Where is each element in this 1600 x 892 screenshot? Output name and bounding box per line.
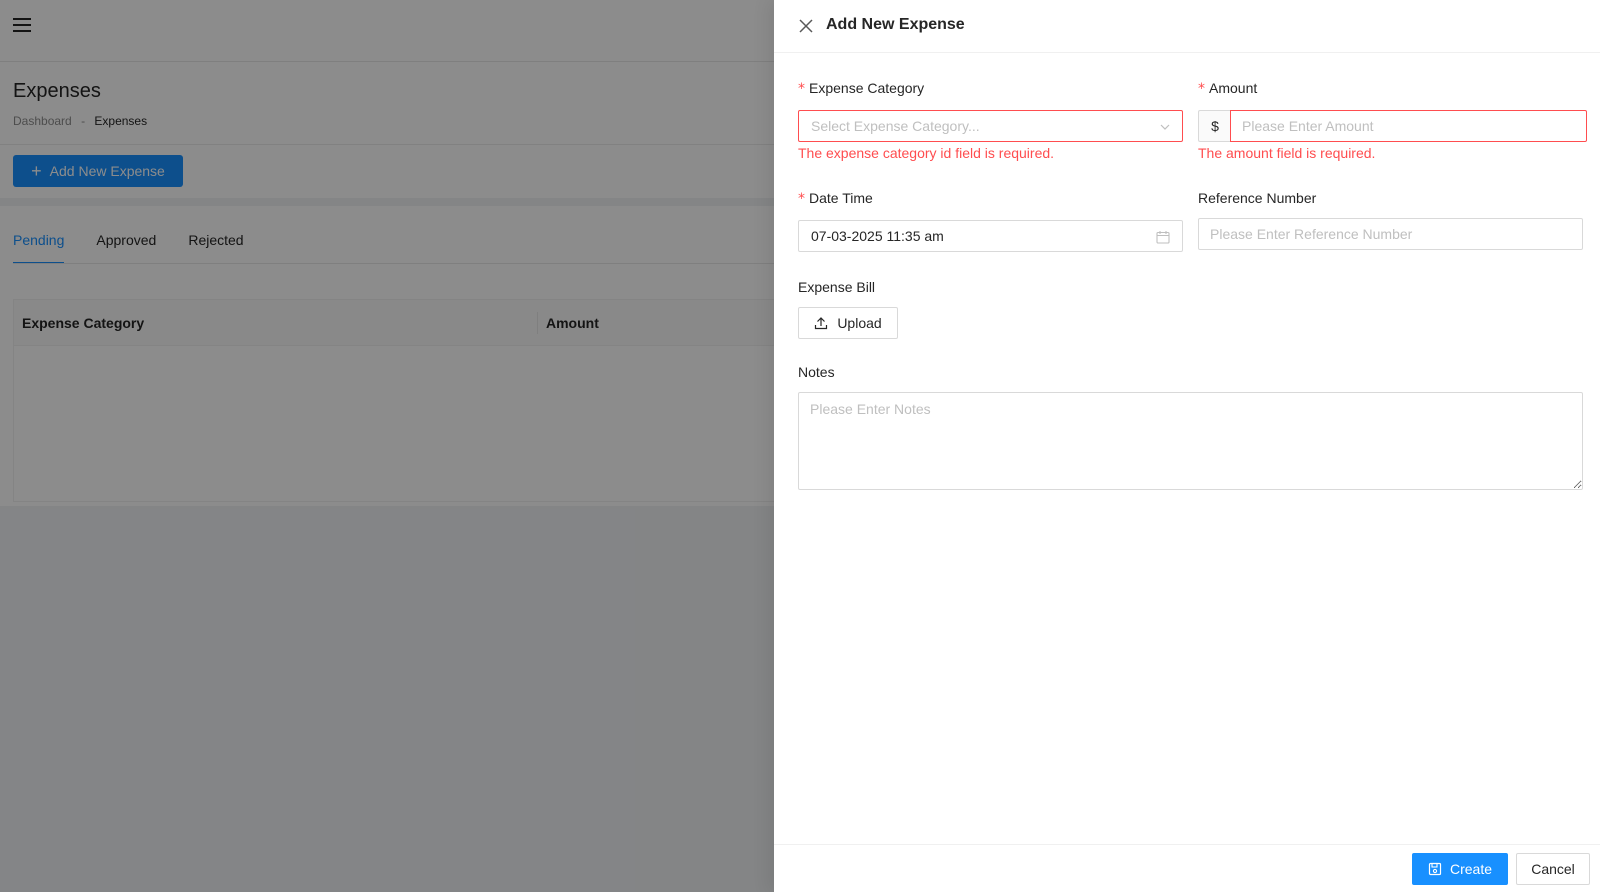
- notes-label: Notes: [798, 364, 835, 380]
- expense-category-error: The expense category id field is require…: [798, 145, 1055, 161]
- date-time-picker[interactable]: 07-03-2025 11:35 am: [798, 220, 1183, 252]
- cancel-button[interactable]: Cancel: [1516, 853, 1590, 885]
- expense-category-label-text: Expense Category: [809, 80, 925, 96]
- expense-category-select[interactable]: Select Expense Category...: [798, 110, 1183, 142]
- amount-error: The amount field is required.: [1198, 145, 1376, 161]
- chevron-down-icon: [1160, 124, 1170, 130]
- drawer-header: Add New Expense: [774, 0, 1600, 53]
- required-marker: *: [1198, 81, 1205, 97]
- upload-button[interactable]: Upload: [798, 307, 898, 339]
- amount-label: * Amount: [1198, 80, 1257, 97]
- calendar-icon: [1156, 231, 1170, 244]
- upload-icon: [815, 317, 828, 330]
- add-expense-drawer: Add New Expense * Expense Category Select…: [774, 0, 1600, 892]
- reference-number-input[interactable]: [1198, 218, 1583, 250]
- date-time-label-text: Date Time: [809, 190, 873, 206]
- upload-button-label: Upload: [837, 315, 882, 331]
- expense-bill-label: Expense Bill: [798, 279, 876, 295]
- notes-textarea[interactable]: [798, 392, 1583, 490]
- drawer-title: Add New Expense: [826, 16, 965, 33]
- reference-number-label: Reference Number: [1198, 190, 1317, 206]
- required-marker: *: [798, 191, 805, 207]
- save-icon: [1428, 862, 1442, 876]
- amount-label-text: Amount: [1209, 80, 1258, 96]
- expense-category-label: * Expense Category: [798, 80, 924, 97]
- expense-category-placeholder: Select Expense Category...: [811, 118, 980, 134]
- required-marker: *: [798, 81, 805, 97]
- date-time-label: * Date Time: [798, 190, 873, 207]
- create-button-label: Create: [1449, 861, 1493, 877]
- close-icon[interactable]: [798, 18, 814, 34]
- create-button[interactable]: Create: [1412, 853, 1508, 885]
- date-time-value: 07-03-2025 11:35 am: [811, 228, 944, 244]
- currency-prefix: $: [1198, 110, 1231, 142]
- drawer-footer: Create Cancel: [774, 844, 1600, 892]
- amount-input[interactable]: [1230, 110, 1587, 142]
